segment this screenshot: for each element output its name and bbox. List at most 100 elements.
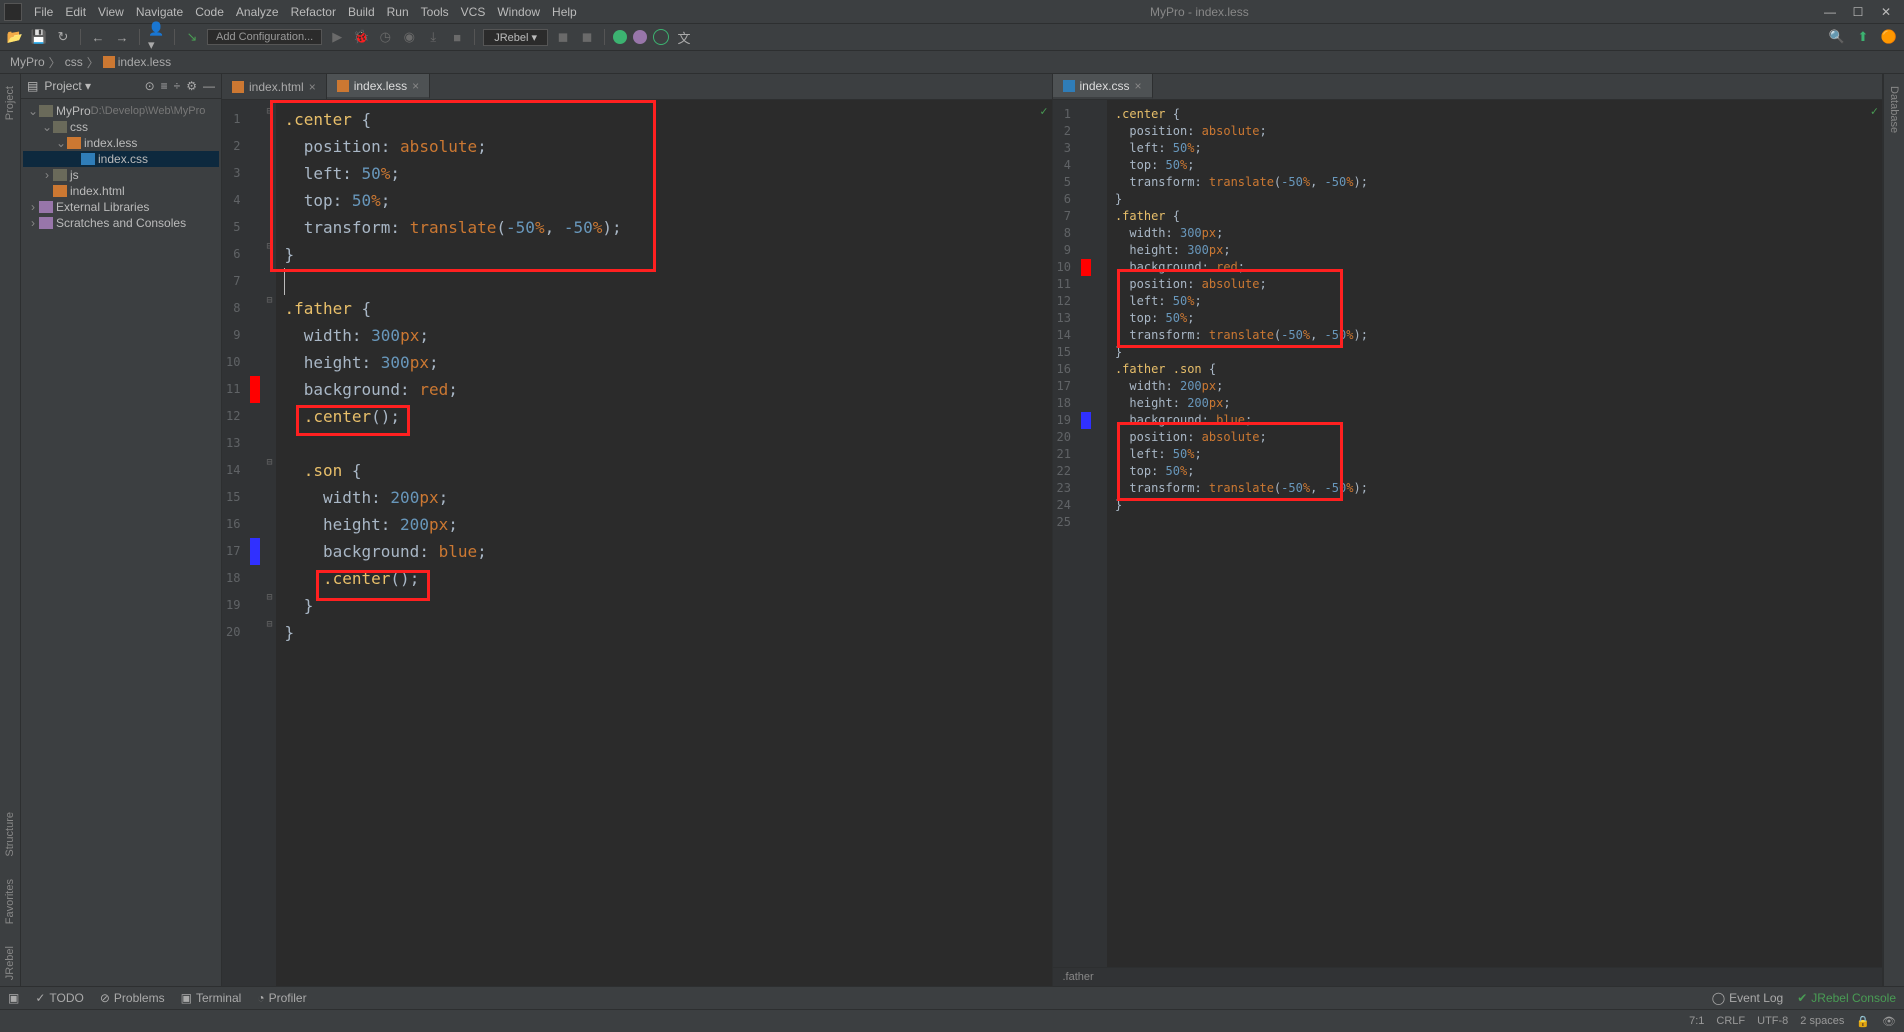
gear-icon[interactable]: ⚙ [186,79,197,93]
code-area[interactable]: .center { position: absolute; left: 50%;… [276,100,1051,986]
tree-row[interactable]: index.css [23,151,219,167]
code-line[interactable]: .father .son { [1115,361,1874,378]
attach-icon[interactable]: ⤓ [424,28,442,46]
menu-build[interactable]: Build [342,5,381,19]
profile-icon[interactable]: ◉ [400,28,418,46]
hide-icon[interactable]: — [203,79,215,93]
inspection-ok-icon[interactable]: ✓ [1871,104,1878,118]
translate-icon[interactable]: 文 [675,28,693,46]
color-gutter-icon[interactable] [250,538,260,565]
project-view-dropdown[interactable]: Project ▾ [44,79,91,93]
code-line[interactable]: background: blue; [1115,412,1874,429]
code-line[interactable]: position: absolute; [284,133,1043,160]
database-tool-button[interactable]: Database [1888,80,1900,139]
code-line[interactable]: background: red; [284,376,1043,403]
tree-row[interactable]: ⌄MyPro D:\Develop\Web\MyPro [23,103,219,119]
event-log-tab[interactable]: ◯ Event Log [1712,991,1783,1005]
menu-help[interactable]: Help [546,5,583,19]
collapse-all-icon[interactable]: ÷ [174,79,181,93]
code-line[interactable]: .son { [284,457,1043,484]
color-gutter-icon[interactable] [1081,259,1091,276]
profiler-tab[interactable]: ◔ Profiler [257,991,306,1005]
code-line[interactable]: top: 50%; [284,187,1043,214]
indent-setting[interactable]: 2 spaces [1800,1015,1844,1027]
hammer-icon[interactable]: ↘ [183,28,201,46]
maximize-button[interactable]: ☐ [1844,5,1872,19]
forward-icon[interactable]: → [113,28,131,46]
code-line[interactable]: .center { [1115,106,1874,123]
close-tab-icon[interactable]: × [412,79,419,93]
avatar-icon[interactable]: 🟠 [1880,28,1898,46]
coverage-icon[interactable]: ◷ [376,28,394,46]
color-gutter-icon[interactable] [1081,412,1091,429]
editor-breadcrumb[interactable]: .father [1053,967,1883,986]
code-line[interactable] [1115,514,1874,531]
code-line[interactable]: .center(); [284,565,1043,592]
sync-icon[interactable]: ↻ [54,28,72,46]
code-line[interactable]: transform: translate(-50%, -50%); [284,214,1043,241]
tree-row[interactable]: ›Scratches and Consoles [23,215,219,231]
code-line[interactable]: left: 50%; [1115,293,1874,310]
inspect-icon[interactable]: 👁 [1882,1015,1896,1028]
build-icon[interactable]: 👤▾ [148,28,166,46]
code-line[interactable]: position: absolute; [1115,276,1874,293]
jrebel-dropdown[interactable]: JRebel ▾ [483,29,548,46]
structure-tool-button[interactable]: Structure [4,806,16,863]
code-line[interactable]: } [1115,344,1874,361]
menu-navigate[interactable]: Navigate [130,5,189,19]
jrebel-icon-1[interactable]: ◼ [554,28,572,46]
crumb[interactable]: css [65,55,83,69]
expand-all-icon[interactable]: ≡ [161,79,168,93]
favorites-tool-button[interactable]: Favorites [4,873,16,930]
status-ring-icon[interactable] [653,29,669,45]
update-icon[interactable]: ⬆ [1854,28,1872,46]
menu-file[interactable]: File [28,5,59,19]
code-line[interactable]: .center { [284,106,1043,133]
line-separator[interactable]: CRLF [1716,1015,1745,1027]
tree-row[interactable]: index.html [23,183,219,199]
menu-view[interactable]: View [92,5,130,19]
code-line[interactable]: width: 200px; [284,484,1043,511]
tree-arrow-icon[interactable]: ⌄ [27,103,39,119]
code-line[interactable]: position: absolute; [1115,123,1874,140]
code-line[interactable]: transform: translate(-50%, -50%); [1115,174,1874,191]
terminal-tab[interactable]: ▣ Terminal [181,991,242,1005]
code-line[interactable]: width: 300px; [1115,225,1874,242]
menu-code[interactable]: Code [189,5,230,19]
tree-row[interactable]: ⌄index.less [23,135,219,151]
jrebel-icon-2[interactable]: ◼ [578,28,596,46]
color-gutter-icon[interactable] [250,376,260,403]
code-line[interactable]: height: 300px; [1115,242,1874,259]
minimize-button[interactable]: — [1816,5,1844,19]
menu-tools[interactable]: Tools [415,5,455,19]
caret-position[interactable]: 7:1 [1689,1015,1704,1027]
status-purple-icon[interactable] [633,30,647,44]
code-line[interactable]: } [1115,497,1874,514]
menu-window[interactable]: Window [491,5,546,19]
code-line[interactable]: left: 50%; [1115,140,1874,157]
problems-tab[interactable]: ⊘ Problems [100,991,165,1005]
code-line[interactable]: width: 200px; [1115,378,1874,395]
project-tree[interactable]: ⌄MyPro D:\Develop\Web\MyPro⌄css⌄index.le… [21,99,221,235]
code-line[interactable] [284,268,1043,295]
todo-tab[interactable]: ✓ TODO [35,991,84,1005]
code-line[interactable]: background: red; [1115,259,1874,276]
close-button[interactable]: ✕ [1872,5,1900,19]
jrebel-tool-button[interactable]: JRebel [4,940,16,986]
crumb[interactable]: MyPro [10,55,45,69]
tree-arrow-icon[interactable]: ⌄ [41,119,53,135]
search-everywhere-icon[interactable]: 🔍 [1828,28,1846,46]
tree-arrow-icon[interactable]: › [27,215,39,231]
debug-icon[interactable]: 🐞 [352,28,370,46]
code-line[interactable]: transform: translate(-50%, -50%); [1115,480,1874,497]
menu-edit[interactable]: Edit [59,5,92,19]
tree-row[interactable]: ›External Libraries [23,199,219,215]
code-line[interactable]: transform: translate(-50%, -50%); [1115,327,1874,344]
code-line[interactable]: .father { [284,295,1043,322]
menu-refactor[interactable]: Refactor [285,5,342,19]
code-line[interactable]: } [1115,191,1874,208]
run-config-dropdown[interactable]: Add Configuration... [207,29,322,45]
code-line[interactable]: top: 50%; [1115,157,1874,174]
code-line[interactable]: } [284,619,1043,646]
select-opened-icon[interactable]: ⊙ [145,79,155,93]
